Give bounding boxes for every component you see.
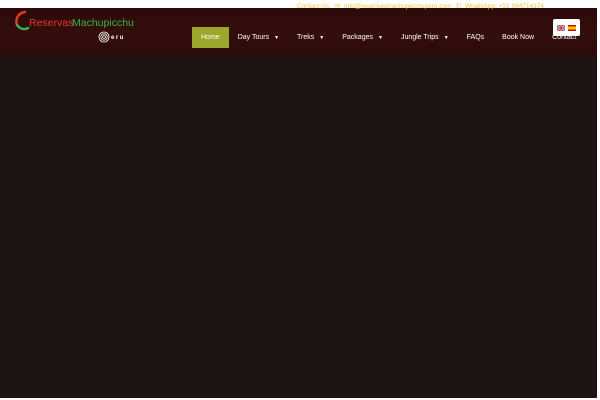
nav-day-tours[interactable]: Day Tours ▼ [229,27,288,48]
caret-down-icon: ▼ [274,34,280,41]
nav-jungle-trips[interactable]: Jungle Trips ▼ [392,27,458,48]
caret-down-icon: ▼ [377,34,383,41]
logo-word-peru: eru [111,35,125,41]
caret-down-icon: ▼ [443,34,449,41]
nav-home[interactable]: Home [192,27,229,48]
nav-book-now[interactable]: Book Now [493,27,543,48]
contact-label: Contact Us: [296,2,331,10]
main-nav: Home Day Tours ▼ Treks ▼ Packages ▼ Jung… [192,27,585,48]
nav-jungle-trips-label: Jungle Trips [400,34,439,41]
nav-day-tours-label: Day Tours [237,34,270,41]
logo-spiral-icon [98,31,110,43]
phone-icon: ✆ [455,3,462,10]
site-logo[interactable]: Reservas Machupicchu eru [14,10,134,50]
logo-word-reservas: Reservas [29,17,74,29]
spain-flag-icon[interactable] [568,24,576,31]
nav-faqs-label: FAQs [466,34,485,41]
nav-home-label: Home [201,34,220,41]
contact-email-link[interactable]: info@reservasmachupicchuperu.com [344,3,451,10]
logo-word-machupicchu: Machupicchu [72,17,134,29]
nav-treks[interactable]: Treks ▼ [288,27,333,48]
caret-down-icon: ▼ [319,34,325,41]
page-background [0,0,597,400]
language-switcher [553,19,580,36]
envelope-icon: ✉ [334,3,341,10]
logo-swoosh-icon [15,10,30,31]
contact-bar: Contact Us: ✉ info@reservasmachupicchupe… [296,2,544,11]
nav-packages[interactable]: Packages ▼ [333,27,392,48]
nav-treks-label: Treks [297,34,315,41]
nav-packages-label: Packages [342,34,373,41]
contact-whatsapp-link[interactable]: WhatsApp: +51 984714374 [465,3,544,10]
nav-faqs[interactable]: FAQs [458,27,494,48]
nav-book-now-label: Book Now [502,34,535,41]
uk-flag-icon[interactable] [557,24,565,31]
